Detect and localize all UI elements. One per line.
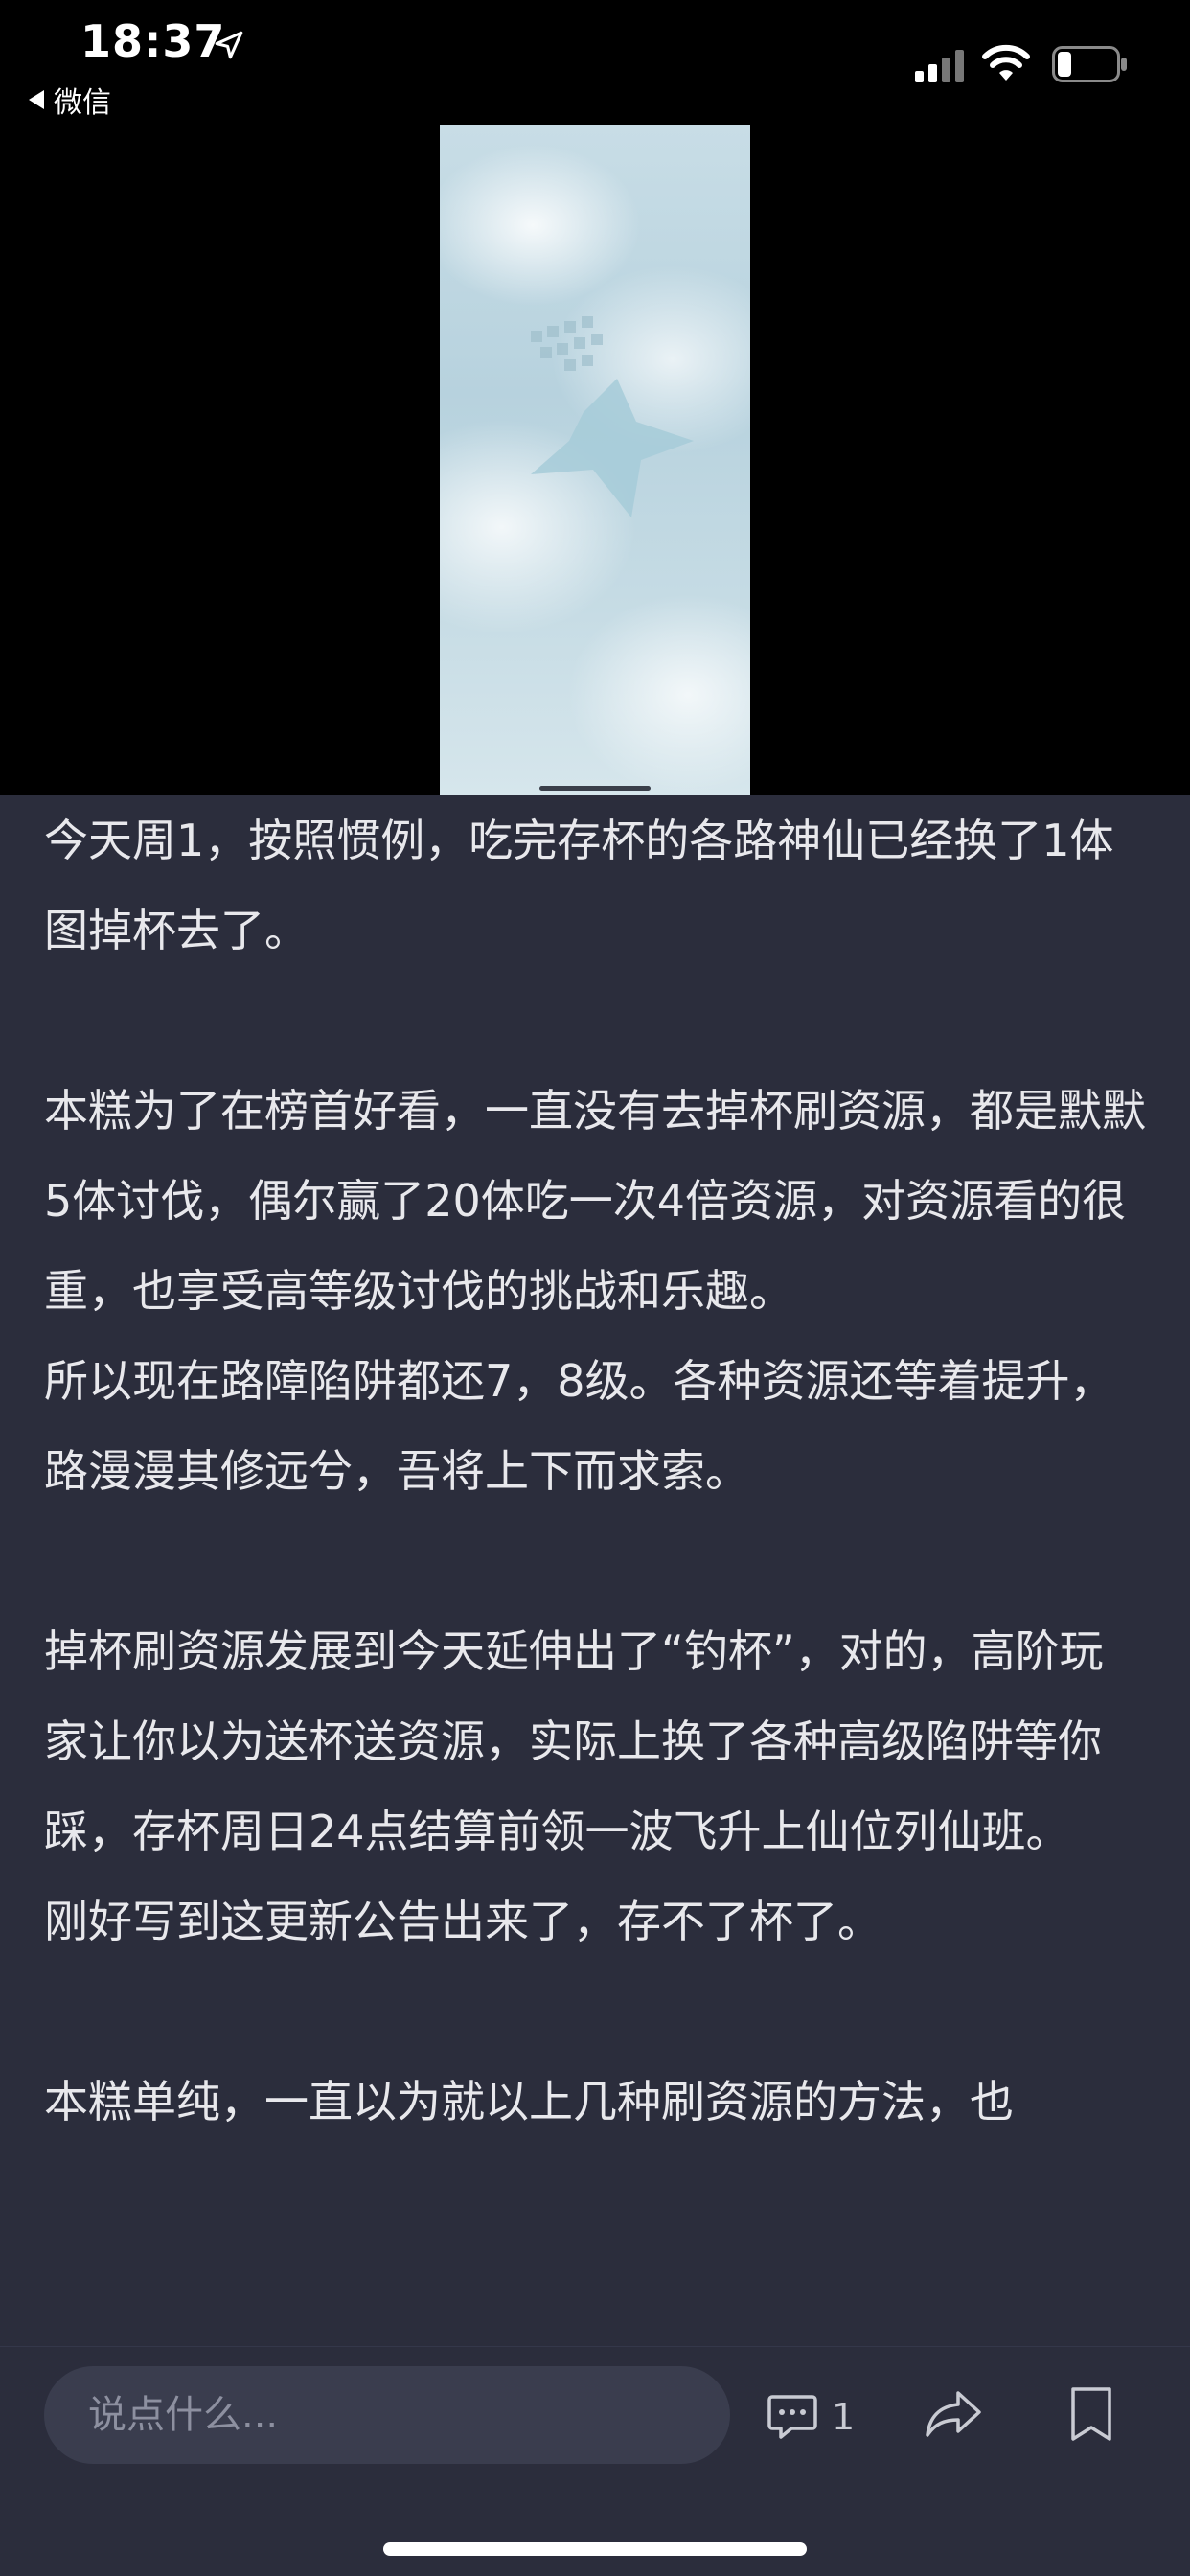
post-image-viewer[interactable] xyxy=(0,125,1190,795)
paragraph: 掉杯刷资源发展到今天延伸出了“钓杯”，对的，高阶玩家让你以为送杯送资源，实际上换… xyxy=(44,1625,1104,1857)
bookmark-icon[interactable] xyxy=(1065,2385,1117,2443)
paragraph: 本糕单纯，一直以为就以上几种刷资源的方法，也 xyxy=(44,2076,1014,2128)
post-photo[interactable] xyxy=(440,125,750,795)
back-triangle-icon xyxy=(29,90,44,109)
article-text: 今天周1，按照惯例，吃完存杯的各路神仙已经换了1体图掉杯去了。 本糕为了在榜首好… xyxy=(44,795,1146,2147)
comment-count: 1 xyxy=(832,2396,856,2438)
paragraph: 今天周1，按照惯例，吃完存杯的各路神仙已经换了1体图掉杯去了。 xyxy=(44,815,1114,956)
home-indicator[interactable] xyxy=(383,2542,807,2556)
bottom-action-bar: 说点什么... 1 xyxy=(0,2346,1190,2576)
status-time: 18:37 xyxy=(80,15,226,67)
paragraph-spacer xyxy=(44,1966,1146,2057)
comment-icon xyxy=(767,2395,817,2439)
location-arrow-icon xyxy=(215,31,243,59)
article-body: 今天周1，按照惯例，吃完存杯的各路神仙已经换了1体图掉杯去了。 本糕为了在榜首好… xyxy=(0,795,1190,2346)
paragraph-spacer xyxy=(44,1516,1146,1606)
status-bar: 18:37 微信 xyxy=(0,0,1190,125)
image-page-indicator xyxy=(539,786,651,791)
paragraph: 本糕为了在榜首好看，一直没有去掉杯刷资源，都是默默5体讨伐，偶尔赢了20体吃一次… xyxy=(44,1085,1146,1317)
back-to-wechat-link[interactable]: 微信 xyxy=(29,79,111,121)
photo-content xyxy=(531,316,694,518)
paragraph-spacer xyxy=(44,976,1146,1066)
comment-button[interactable]: 1 xyxy=(767,2383,855,2450)
wifi-icon xyxy=(982,44,1030,80)
battery-icon xyxy=(1052,46,1127,82)
paragraph: 所以现在路障陷阱都还7，8级。各种资源还等着提升，路漫漫其修远兮，吾将上下而求索… xyxy=(44,1355,1114,1497)
signal-icon xyxy=(915,50,964,82)
paragraph: 刚好写到这更新公告出来了，存不了杯了。 xyxy=(44,1896,881,1947)
share-icon[interactable] xyxy=(924,2383,985,2445)
back-label: 微信 xyxy=(54,86,111,120)
comment-input[interactable]: 说点什么... xyxy=(44,2366,730,2464)
